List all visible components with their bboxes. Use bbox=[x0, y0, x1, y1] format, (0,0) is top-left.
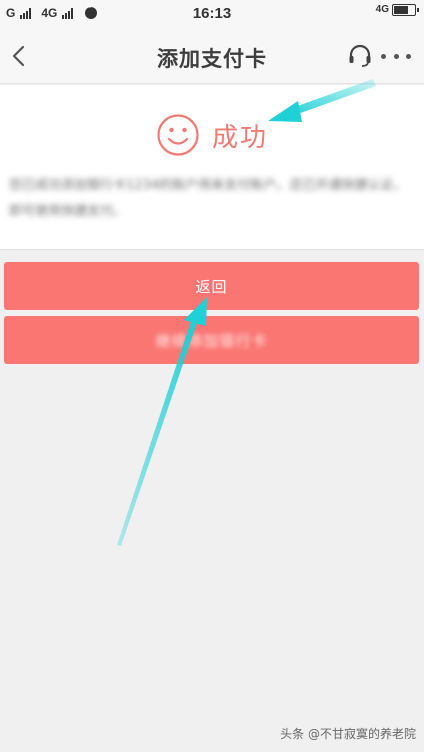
battery-icon bbox=[392, 4, 419, 16]
result-card: 成功 您已成功添加银行卡1234的账户用来支付账户。还已开通快捷认证，即可使用快… bbox=[0, 85, 424, 250]
smile-icon bbox=[157, 114, 199, 156]
return-button[interactable]: 返回 bbox=[4, 262, 419, 310]
more-dots-icon bbox=[381, 53, 386, 59]
result-description: 您已成功添加银行卡1234的账户用来支付账户。还已开通快捷认证，即可使用快捷支付… bbox=[9, 178, 407, 219]
success-row: 成功 bbox=[0, 110, 424, 160]
watermark-text: 头条 @不甘寂寞的养老院 bbox=[280, 727, 416, 741]
more-button[interactable] bbox=[381, 46, 411, 66]
secondary-action-button[interactable]: 继续添加银行卡 bbox=[4, 316, 419, 364]
success-status-text: 成功 bbox=[211, 122, 268, 153]
watermark: 头条 @不甘寂寞的养老院 bbox=[280, 725, 416, 742]
status-right: 4G bbox=[375, 4, 419, 16]
network-indicator: 4G bbox=[375, 4, 389, 15]
status-bar: G 4G 16:13 4G bbox=[0, 0, 424, 28]
customer-service-button[interactable] bbox=[347, 44, 373, 68]
status-time: 16:13 bbox=[192, 5, 232, 22]
headset-icon bbox=[349, 44, 371, 67]
secondary-action-label: 继续添加银行卡 bbox=[155, 331, 268, 350]
nav-header: 添加支付卡 bbox=[0, 28, 424, 84]
return-button-label: 返回 bbox=[195, 277, 228, 296]
